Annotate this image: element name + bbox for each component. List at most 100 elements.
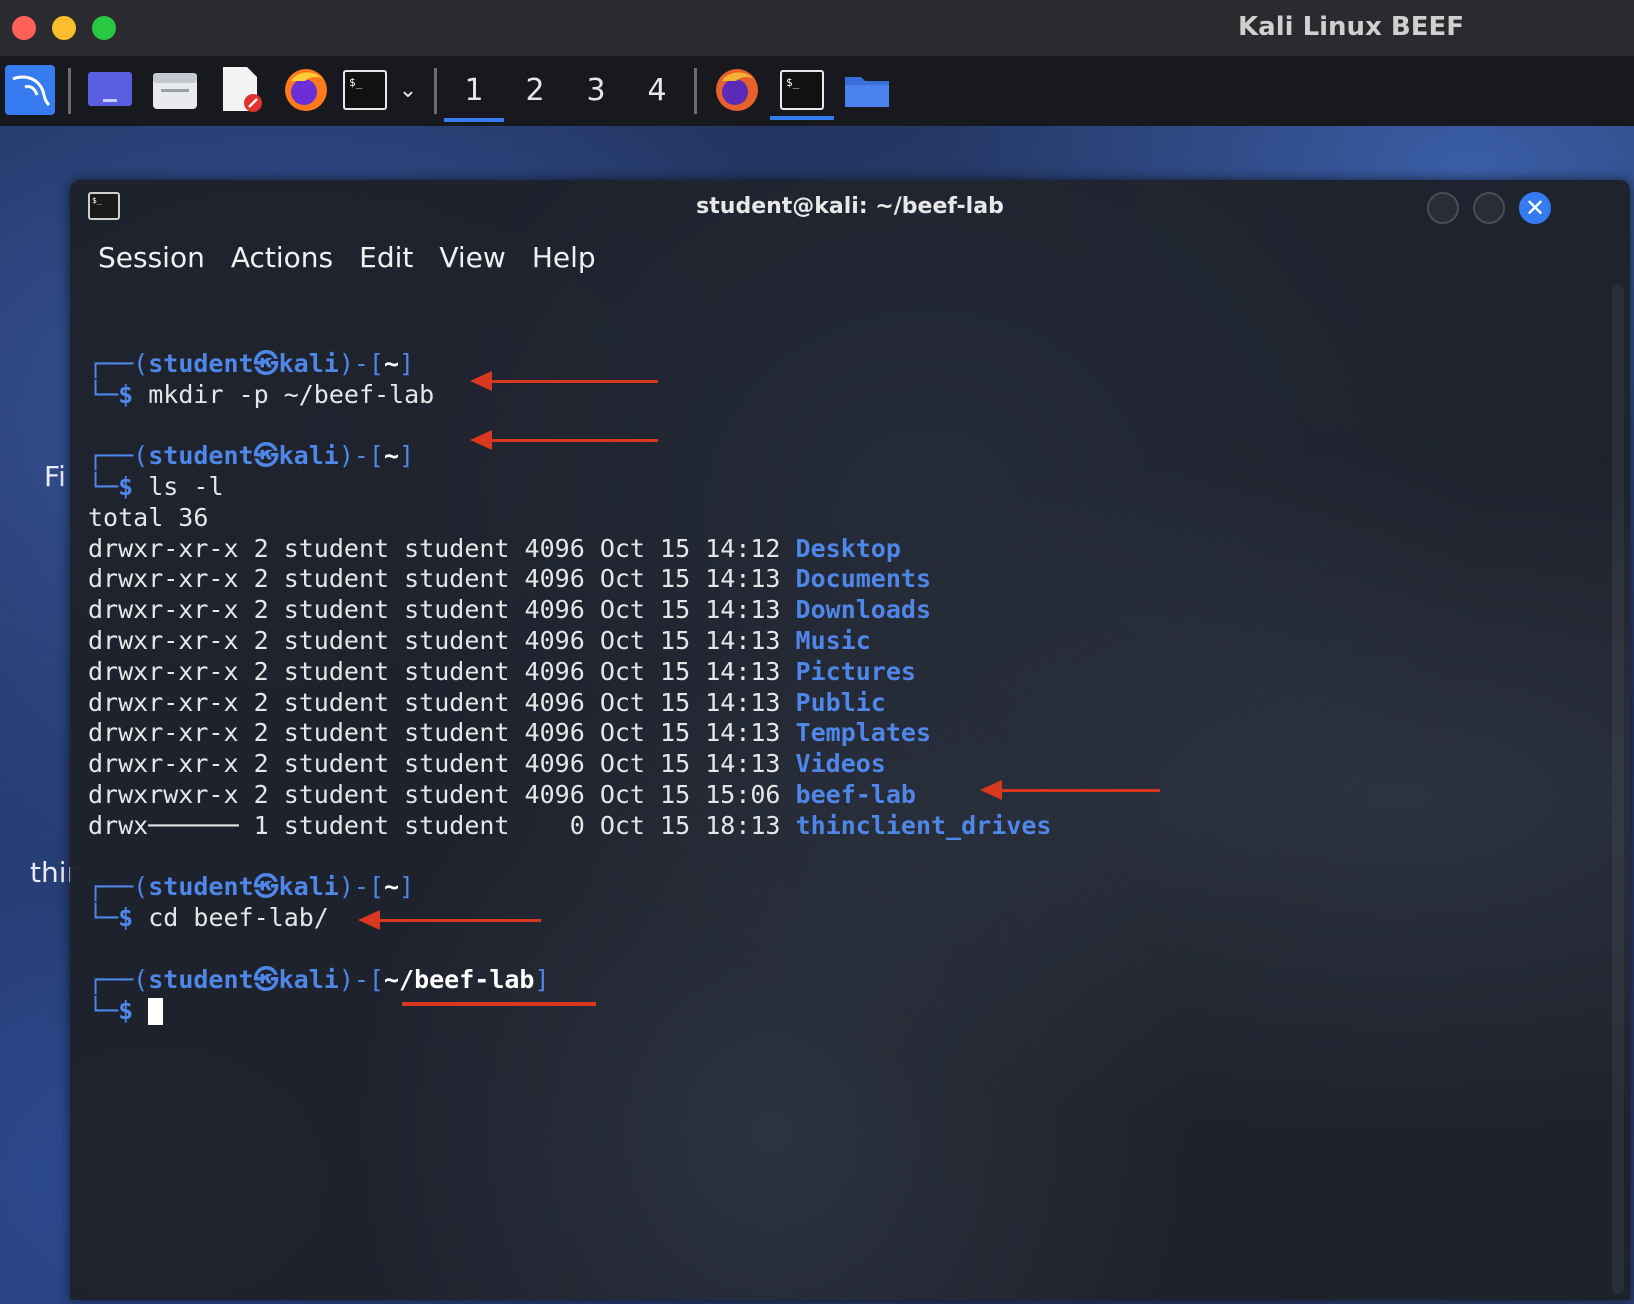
- ls-space: [780, 595, 795, 624]
- ls-owner: student: [283, 625, 390, 655]
- prompt-frame: ┌──(: [88, 872, 149, 902]
- ls-month: Oct: [599, 687, 645, 717]
- ls-group: student: [404, 595, 510, 625]
- ls-dirname[interactable]: thinclient_drives: [796, 811, 1052, 840]
- firefox-task[interactable]: [712, 64, 762, 116]
- ls-space: [509, 564, 524, 593]
- desktop-icon-label[interactable]: Fi: [44, 460, 66, 493]
- kali-menu-icon[interactable]: [4, 64, 56, 116]
- ls-day: 15: [660, 595, 691, 625]
- prompt-user: student: [148, 441, 254, 471]
- ls-space: [780, 626, 795, 655]
- terminal-titlebar[interactable]: $_ student@kali: ~/beef-lab ✕: [70, 180, 1630, 236]
- menu-help[interactable]: Help: [532, 241, 596, 274]
- prompt-frame: └─: [88, 903, 119, 933]
- ls-time: 14:13: [705, 595, 781, 625]
- menu-view[interactable]: View: [439, 241, 505, 274]
- minimize-button[interactable]: [1427, 192, 1459, 224]
- ls-space: [239, 657, 254, 686]
- close-window-button[interactable]: [12, 16, 36, 40]
- ls-dirname[interactable]: beef-lab: [796, 780, 916, 809]
- ls-time: 18:13: [705, 810, 781, 840]
- file-manager-icon[interactable]: [150, 64, 200, 116]
- ls-day: 15: [660, 564, 691, 594]
- ls-dirname[interactable]: Music: [796, 626, 871, 655]
- ls-dirname[interactable]: Templates: [796, 718, 931, 747]
- ls-space: [509, 534, 524, 563]
- menu-edit[interactable]: Edit: [359, 241, 413, 274]
- folder-icon: [845, 77, 889, 107]
- ls-group: student: [404, 656, 510, 686]
- terminal-icon[interactable]: $_: [342, 64, 388, 116]
- prompt-frame: └─: [88, 471, 119, 501]
- close-button[interactable]: ✕: [1519, 192, 1551, 224]
- prompt-frame: ]: [534, 964, 550, 994]
- ls-space: [645, 749, 660, 778]
- ls-row: drwx────── 1 student student 0 Oct 15 18…: [70, 811, 1630, 842]
- firefox-icon[interactable]: [282, 64, 330, 116]
- prompt-dollar: $: [118, 471, 134, 501]
- ls-space: [269, 534, 284, 563]
- ls-day: 15: [660, 625, 691, 655]
- workspace-1[interactable]: 1: [444, 64, 504, 122]
- ls-time: 14:13: [705, 749, 781, 779]
- ls-permissions: drwxr-xr-x: [88, 533, 239, 563]
- ls-size: 0: [569, 810, 585, 840]
- ls-size: 4096: [524, 749, 585, 779]
- chevron-down-icon[interactable]: ⌄: [394, 64, 422, 116]
- prompt-dollar: $: [118, 379, 134, 409]
- ls-space: [585, 780, 600, 809]
- ls-dirname[interactable]: Videos: [796, 749, 886, 778]
- ls-day: 15: [660, 749, 691, 779]
- ls-month: Oct: [599, 779, 645, 809]
- ls-dirname[interactable]: Public: [796, 688, 886, 717]
- workspace-4[interactable]: 4: [627, 64, 687, 118]
- ls-dirname[interactable]: Desktop: [796, 534, 901, 563]
- terminal-output[interactable]: ┌──(student㉿kali)-[~] └─$ mkdir -p ~/beef…: [88, 318, 1630, 1026]
- prompt-directory: ~: [383, 348, 400, 378]
- show-desktop-icon[interactable]: [86, 64, 134, 116]
- prompt-user: student: [148, 872, 254, 902]
- ls-space: [585, 749, 600, 778]
- terminal-task[interactable]: $_: [770, 64, 834, 120]
- menu-actions[interactable]: Actions: [231, 241, 333, 274]
- ls-owner: student: [283, 533, 390, 563]
- annotation-arrow: [470, 430, 658, 450]
- text-editor-icon[interactable]: [218, 64, 264, 116]
- command-line: └─$ ls -l: [88, 472, 1630, 503]
- menu-session[interactable]: Session: [98, 241, 205, 274]
- workspace-2[interactable]: 2: [505, 64, 565, 118]
- workspace-3[interactable]: 3: [566, 64, 626, 118]
- ls-space: [645, 688, 660, 717]
- ls-dirname[interactable]: Downloads: [796, 595, 931, 624]
- folder-task[interactable]: [840, 64, 894, 116]
- ls-month: Oct: [599, 749, 645, 779]
- ls-month: Oct: [599, 810, 645, 840]
- window-title: Kali Linux BEEF: [1238, 12, 1464, 42]
- ls-space: [585, 718, 600, 747]
- ls-space: [780, 534, 795, 563]
- prompt-directory: ~: [383, 441, 400, 471]
- ls-space: [269, 780, 284, 809]
- ls-space: [269, 749, 284, 778]
- ls-owner: student: [283, 779, 390, 809]
- zoom-window-button[interactable]: [92, 16, 116, 40]
- ls-links: 2: [253, 533, 269, 563]
- prompt-at: ㉿: [253, 441, 279, 471]
- prompt-user: student: [148, 964, 254, 994]
- command-text: mkdir -p ~/beef-lab: [148, 379, 435, 409]
- terminal-title: student@kali: ~/beef-lab: [696, 194, 1004, 219]
- ls-owner: student: [283, 656, 390, 686]
- ls-time: 14:13: [705, 687, 781, 717]
- ls-day: 15: [660, 779, 691, 809]
- terminal-icon: $_: [780, 70, 824, 110]
- maximize-button[interactable]: [1473, 192, 1505, 224]
- minimize-window-button[interactable]: [52, 16, 76, 40]
- terminal-window[interactable]: $_ student@kali: ~/beef-lab ✕ Session Ac…: [70, 180, 1630, 1300]
- ls-dirname[interactable]: Pictures: [796, 657, 916, 686]
- ls-dirname[interactable]: Documents: [796, 564, 931, 593]
- ls-month: Oct: [599, 718, 645, 748]
- ls-size: 4096: [524, 718, 585, 748]
- ls-space: [269, 811, 284, 840]
- prompt-dollar: $: [118, 903, 134, 933]
